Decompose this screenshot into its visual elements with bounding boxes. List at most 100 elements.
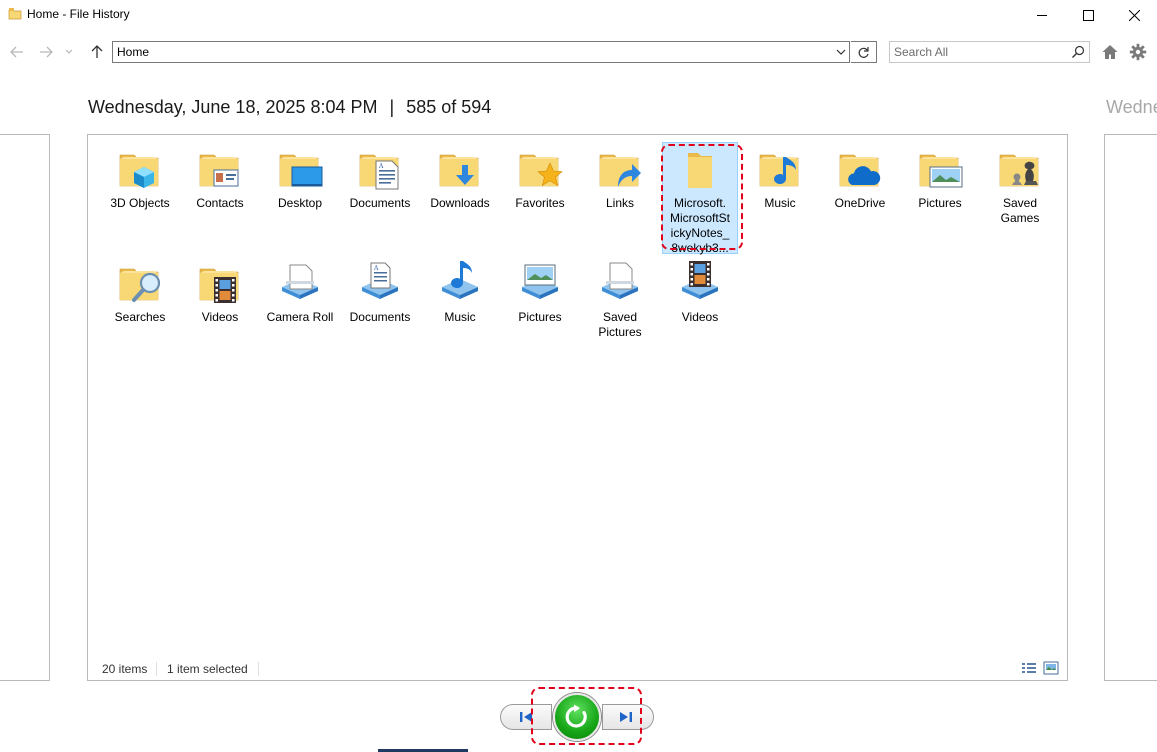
- status-divider: [156, 662, 157, 676]
- refresh-icon: [858, 46, 869, 58]
- pictures-folder-icon: [916, 145, 964, 193]
- onedrive-folder-icon: [836, 145, 884, 193]
- music-folder-icon: [756, 145, 804, 193]
- maximize-button[interactable]: [1065, 0, 1111, 30]
- home-icon[interactable]: [1101, 43, 1119, 61]
- file-item-label: Favorites: [515, 196, 565, 210]
- file-item[interactable]: Music: [742, 145, 818, 211]
- favorites-folder-icon: [516, 145, 564, 193]
- restore-icon: [565, 704, 587, 728]
- arrow-right-icon: [40, 46, 53, 58]
- large-icons-view-icon[interactable]: [1043, 661, 1059, 675]
- file-item-label: Documents: [349, 310, 411, 324]
- skip-previous-icon: [520, 712, 532, 722]
- chevron-down-icon: [65, 49, 73, 54]
- saved-pictures-library-icon: [596, 259, 644, 307]
- close-button[interactable]: [1111, 0, 1157, 30]
- window-title: Home - File History: [27, 7, 130, 21]
- file-item[interactable]: Videos: [662, 259, 738, 325]
- next-version-button[interactable]: [602, 704, 654, 730]
- address-text: Home: [117, 45, 150, 59]
- documents-library-icon: A: [356, 259, 404, 307]
- file-item[interactable]: Downloads: [422, 145, 498, 211]
- file-item[interactable]: A Documents: [342, 259, 418, 325]
- file-item-label: Videos: [201, 310, 239, 324]
- next-snapshot-date-peek: Wednesday: [1106, 97, 1157, 117]
- file-history-app-icon: [8, 8, 22, 20]
- file-item[interactable]: Contacts: [182, 145, 258, 211]
- address-dropdown-button[interactable]: [833, 42, 849, 62]
- file-item[interactable]: Links: [582, 145, 658, 211]
- gear-icon[interactable]: [1129, 43, 1147, 61]
- status-selection: 1 item selected: [167, 662, 248, 676]
- forward-button[interactable]: [37, 43, 55, 61]
- skip-next-icon: [620, 712, 632, 722]
- pictures-library-icon: [516, 259, 564, 307]
- maximize-icon: [1082, 9, 1094, 21]
- minimize-icon: [1036, 14, 1047, 16]
- arrow-left-icon: [10, 46, 23, 58]
- videos-folder-icon: [196, 259, 244, 307]
- file-item[interactable]: 3D Objects: [102, 145, 178, 211]
- search-icon[interactable]: [1071, 45, 1085, 59]
- file-item-label: Camera Roll: [266, 310, 334, 324]
- file-item[interactable]: Camera Roll: [262, 259, 338, 325]
- search-box[interactable]: [889, 41, 1090, 63]
- links-folder-icon: [596, 145, 644, 193]
- address-bar[interactable]: Home: [112, 41, 850, 63]
- file-item[interactable]: Desktop: [262, 145, 338, 211]
- file-item[interactable]: Saved Pictures: [582, 259, 658, 340]
- desktop-folder-icon: [276, 145, 324, 193]
- details-view-icon[interactable]: [1021, 661, 1037, 675]
- file-item-label: Saved Games: [1000, 196, 1040, 225]
- file-item-label: OneDrive: [834, 196, 886, 210]
- file-item-label: Music: [444, 310, 476, 324]
- folder-icon: [676, 145, 724, 193]
- file-item-label: Pictures: [918, 196, 962, 210]
- back-button[interactable]: [8, 43, 26, 61]
- chevron-down-icon: [836, 49, 846, 55]
- close-icon: [1128, 9, 1140, 21]
- file-item[interactable]: Pictures: [502, 259, 578, 325]
- file-item-label: Pictures: [518, 310, 562, 324]
- downloads-folder-icon: [436, 145, 484, 193]
- contacts-folder-icon: [196, 145, 244, 193]
- file-item[interactable]: Saved Games: [982, 145, 1058, 226]
- file-item-label: Downloads: [430, 196, 490, 210]
- saved-games-folder-icon: [996, 145, 1044, 193]
- refresh-button[interactable]: [851, 41, 877, 63]
- up-button[interactable]: [88, 43, 106, 61]
- camera-roll-library-icon: [276, 259, 324, 307]
- previous-version-button[interactable]: [500, 704, 552, 730]
- file-item[interactable]: Microsoft. MicrosoftSt ickyNotes_ 8wekyb…: [662, 142, 738, 255]
- file-item[interactable]: A Documents: [342, 145, 418, 211]
- file-item[interactable]: Favorites: [502, 145, 578, 211]
- previous-snapshot-pane[interactable]: [0, 134, 50, 681]
- file-item[interactable]: Searches: [102, 259, 178, 325]
- file-item-label: Videos: [681, 310, 719, 324]
- 3d-objects-folder-icon: [116, 145, 164, 193]
- file-list-pane: 3D Objects Contacts Desktop A Documents Downl…: [87, 134, 1068, 681]
- file-item-label: Music: [764, 196, 796, 210]
- file-item-label: Desktop: [277, 196, 323, 210]
- snapshot-header: Wednesday, June 18, 2025 8:04 PM | 585 of …: [88, 97, 491, 118]
- snapshot-position: 585 of 594: [406, 97, 492, 117]
- file-item[interactable]: Videos: [182, 259, 258, 325]
- file-item-label: Documents: [349, 196, 411, 210]
- snapshot-date: Wednesday, June 18, 2025 8:04 PM: [88, 97, 378, 117]
- file-item[interactable]: OneDrive: [822, 145, 898, 211]
- file-item-label: Searches: [114, 310, 166, 324]
- recent-locations-dropdown[interactable]: [62, 43, 76, 61]
- file-item[interactable]: Pictures: [902, 145, 978, 211]
- restore-button[interactable]: [553, 693, 601, 741]
- next-snapshot-pane[interactable]: [1104, 134, 1157, 681]
- file-item-label: Microsoft. MicrosoftSt ickyNotes_ 8wekyb…: [669, 196, 730, 255]
- search-input[interactable]: [894, 44, 1064, 60]
- file-item-label: 3D Objects: [110, 196, 170, 210]
- header-separator: |: [389, 97, 395, 117]
- music-library-icon: [436, 259, 484, 307]
- file-item[interactable]: Music: [422, 259, 498, 325]
- file-item-label: Contacts: [196, 196, 244, 210]
- arrow-up-icon: [91, 45, 103, 58]
- minimize-button[interactable]: [1019, 0, 1065, 30]
